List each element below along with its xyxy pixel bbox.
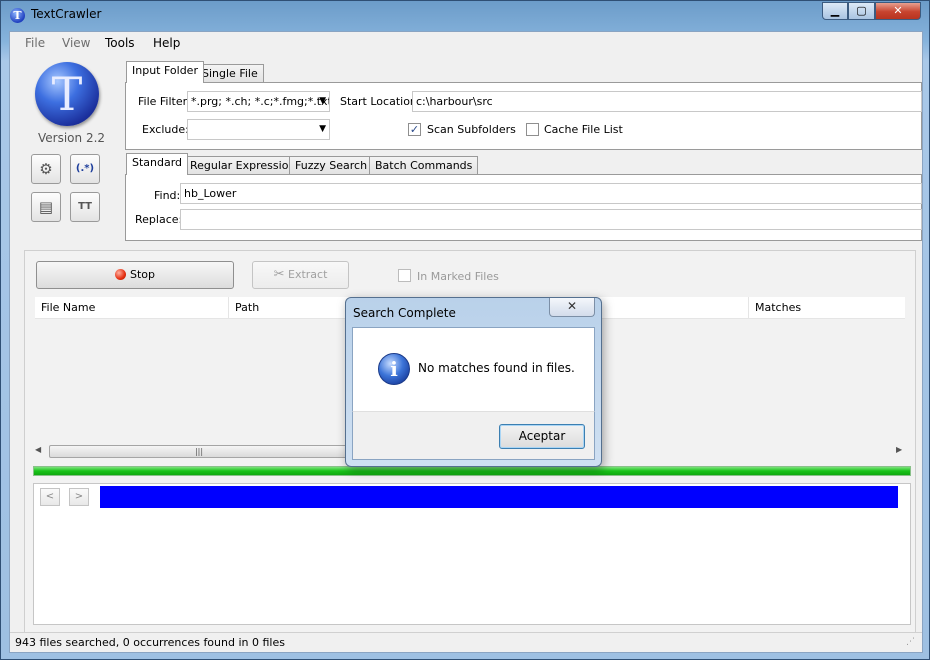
- scan-subfolders-label: Scan Subfolders: [427, 123, 516, 136]
- regex-button[interactable]: (.*): [70, 154, 100, 184]
- preview-pane: < >: [33, 483, 911, 625]
- version-label: Version 2.2: [38, 131, 106, 145]
- tab-standard[interactable]: Standard: [126, 153, 189, 175]
- in-marked-files-label: In Marked Files: [417, 270, 499, 283]
- ok-button[interactable]: Aceptar: [499, 424, 585, 449]
- app-window: T TextCrawler ▁ ▢ ✕ File View Tools Help…: [0, 0, 930, 660]
- menu-tools[interactable]: Tools: [105, 36, 135, 50]
- dialog-close-button[interactable]: ✕: [549, 298, 595, 317]
- document-icon: ▤: [38, 198, 54, 216]
- start-location-label: Start Location:: [340, 95, 421, 108]
- text-icon: TT: [78, 201, 92, 212]
- extract-button[interactable]: ✂ Extract: [252, 261, 349, 289]
- tab-batch-commands[interactable]: Batch Commands: [369, 156, 479, 175]
- settings-button[interactable]: ⚙: [31, 154, 61, 184]
- menu-file[interactable]: File: [25, 36, 45, 50]
- status-bar: 943 files searched, 0 occurrences found …: [10, 632, 922, 652]
- app-icon: T: [10, 8, 25, 23]
- tab-input-folder[interactable]: Input Folder: [126, 61, 204, 83]
- close-window-button[interactable]: ✕: [875, 2, 921, 20]
- stop-button[interactable]: Stop: [36, 261, 234, 289]
- scroll-left-icon[interactable]: ◀: [35, 445, 41, 454]
- checkmark-icon: ✓: [409, 123, 420, 136]
- file-button[interactable]: ▤: [31, 192, 61, 222]
- gear-icon: ⚙: [39, 160, 53, 178]
- tab-fuzzy-search[interactable]: Fuzzy Search: [289, 156, 374, 175]
- status-text: 943 files searched, 0 occurrences found …: [15, 636, 285, 649]
- scissors-icon: ✂: [273, 267, 285, 282]
- maximize-button[interactable]: ▢: [848, 2, 875, 20]
- previous-button[interactable]: <: [40, 488, 60, 506]
- tab-regular-expression[interactable]: Regular Expression: [184, 156, 302, 175]
- scrollbar-thumb[interactable]: |||: [49, 445, 349, 458]
- info-icon: i: [378, 353, 410, 385]
- resize-grip-icon[interactable]: ⋰: [906, 637, 915, 647]
- progress-bar: [33, 466, 911, 476]
- next-button[interactable]: >: [69, 488, 89, 506]
- start-location-input[interactable]: c:\harbour\src: [412, 91, 922, 112]
- file-filter-label: File Filter:: [138, 95, 191, 108]
- stop-icon: [114, 269, 126, 280]
- find-input[interactable]: hb_Lower: [180, 183, 922, 204]
- window-title: TextCrawler: [31, 7, 102, 21]
- scroll-right-icon[interactable]: ▶: [896, 445, 902, 454]
- in-marked-files-checkbox[interactable]: [398, 269, 411, 282]
- regex-icon: (.*): [75, 163, 95, 174]
- replace-input[interactable]: [180, 209, 922, 230]
- cache-file-list-label: Cache File List: [544, 123, 623, 136]
- file-filter-combo[interactable]: *.prg; *.ch; *.c;*.fmg;*.txt ▼: [187, 91, 330, 112]
- column-matches[interactable]: Matches: [749, 297, 905, 319]
- preview-highlight: [100, 486, 898, 508]
- dialog-footer: Aceptar: [352, 411, 595, 460]
- menu-view[interactable]: View: [62, 36, 90, 50]
- exclude-combo[interactable]: ▼: [187, 119, 330, 140]
- dialog-title: Search Complete: [353, 306, 456, 320]
- tab-single-file[interactable]: Single File: [196, 64, 264, 83]
- dialog-body: i No matches found in files.: [352, 327, 595, 411]
- column-file-name[interactable]: File Name: [35, 297, 229, 319]
- extract-label: Extract: [288, 268, 328, 281]
- file-filter-value: *.prg; *.ch; *.c;*.fmg;*.txt: [191, 95, 330, 108]
- chevron-down-icon: ▼: [319, 124, 326, 134]
- text-tools-button[interactable]: TT: [70, 192, 100, 222]
- dialog-message: No matches found in files.: [418, 361, 575, 375]
- scan-subfolders-checkbox[interactable]: ✓: [408, 123, 421, 136]
- replace-label: Replace:: [135, 213, 183, 226]
- standard-search-panel: Find: hb_Lower Replace:: [125, 174, 922, 241]
- find-label: Find:: [154, 189, 181, 202]
- minimize-button[interactable]: ▁: [822, 2, 848, 20]
- chevron-down-icon: ▼: [319, 96, 326, 106]
- title-bar[interactable]: T TextCrawler ▁ ▢ ✕: [1, 1, 929, 29]
- input-folder-panel: File Filter: *.prg; *.ch; *.c;*.fmg;*.tx…: [125, 82, 922, 150]
- menu-help[interactable]: Help: [153, 36, 180, 50]
- stop-label: Stop: [129, 268, 155, 281]
- search-complete-dialog: Search Complete ✕ i No matches found in …: [345, 297, 602, 467]
- exclude-label: Exclude:: [142, 123, 189, 136]
- app-logo: T: [35, 62, 99, 126]
- cache-file-list-checkbox[interactable]: [526, 123, 539, 136]
